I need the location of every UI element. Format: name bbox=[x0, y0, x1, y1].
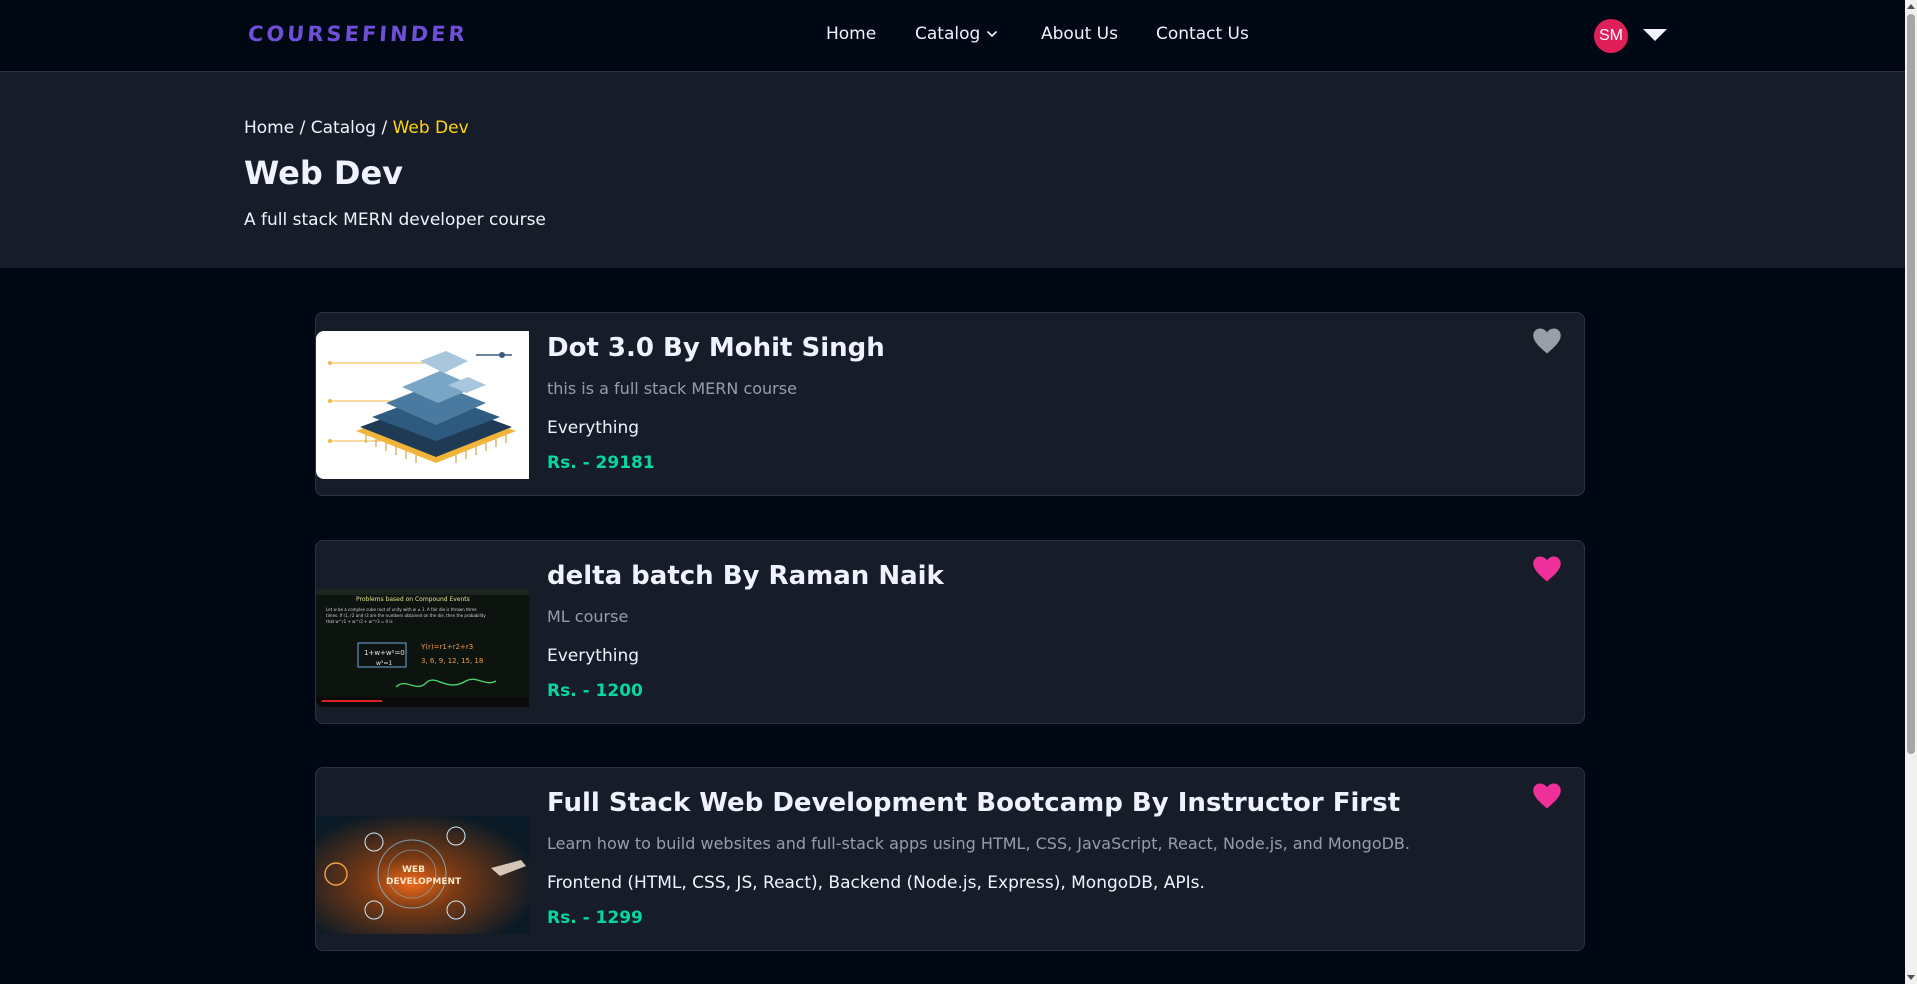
course-thumbnail[interactable] bbox=[316, 331, 529, 479]
nav-home-link[interactable]: Home bbox=[826, 24, 876, 44]
scroll-up-arrow-icon[interactable] bbox=[1907, 4, 1915, 9]
course-tag: Everything bbox=[547, 646, 640, 666]
blackboard-lecture-image: Problems based on Compound Events Let w … bbox=[316, 559, 529, 707]
svg-text:that w^r1 + w^r2 + w^r3 = 0 is: that w^r1 + w^r2 + w^r3 = 0 is bbox=[326, 619, 393, 624]
chevron-down-icon bbox=[987, 31, 998, 37]
svg-text:3, 6, 9, 12, 15, 18: 3, 6, 9, 12, 15, 18 bbox=[421, 657, 483, 665]
avatar[interactable]: SM bbox=[1594, 19, 1628, 53]
nav-contact-link[interactable]: Contact Us bbox=[1156, 24, 1249, 44]
breadcrumb-separator: / bbox=[294, 118, 311, 138]
course-tag: Frontend (HTML, CSS, JS, React), Backend… bbox=[547, 873, 1205, 893]
breadcrumb-current: Web Dev bbox=[392, 118, 469, 138]
breadcrumb-catalog[interactable]: Catalog bbox=[311, 118, 376, 138]
breadcrumb-home[interactable]: Home bbox=[244, 118, 294, 138]
page: COURSEFINDER Home Catalog About Us Conta… bbox=[0, 0, 1917, 984]
page-description: A full stack MERN developer course bbox=[244, 210, 546, 230]
heart-icon[interactable] bbox=[1532, 555, 1562, 583]
heart-icon[interactable] bbox=[1532, 327, 1562, 355]
svg-text:Problems based on Compound Eve: Problems based on Compound Events bbox=[356, 596, 470, 603]
course-title[interactable]: Full Stack Web Development Bootcamp By I… bbox=[547, 788, 1400, 818]
course-thumbnail[interactable]: Problems based on Compound Events Let w … bbox=[316, 559, 529, 707]
web-development-image: WEB DEVELOPMENT bbox=[316, 786, 529, 934]
navbar: COURSEFINDER Home Catalog About Us Conta… bbox=[0, 0, 1905, 72]
svg-text:DEVELOPMENT: DEVELOPMENT bbox=[386, 877, 462, 887]
nav-catalog-dropdown[interactable]: Catalog bbox=[915, 24, 998, 44]
svg-text:w³=1: w³=1 bbox=[376, 660, 392, 667]
course-price: Rs. - 29181 bbox=[547, 453, 655, 473]
svg-text:times. If r1, r2 and r3 are th: times. If r1, r2 and r3 are the numbers … bbox=[326, 613, 486, 618]
profile-dropdown-caret-icon[interactable] bbox=[1643, 29, 1667, 41]
course-card[interactable]: Dot 3.0 By Mohit Singh this is a full st… bbox=[315, 312, 1585, 496]
course-card[interactable]: Problems based on Compound Events Let w … bbox=[315, 540, 1585, 724]
course-title[interactable]: Dot 3.0 By Mohit Singh bbox=[547, 333, 885, 363]
course-price: Rs. - 1299 bbox=[547, 908, 643, 928]
logo[interactable]: COURSEFINDER bbox=[247, 22, 468, 46]
svg-text:Let w be a complex cube root o: Let w be a complex cube root of unity wi… bbox=[326, 607, 477, 612]
scrollbar-thumb[interactable] bbox=[1907, 14, 1915, 754]
category-header: Home / Catalog / Web Dev Web Dev A full … bbox=[0, 72, 1905, 268]
nav-about-link[interactable]: About Us bbox=[1041, 24, 1118, 44]
course-description: Learn how to build websites and full-sta… bbox=[547, 834, 1410, 853]
course-price: Rs. - 1200 bbox=[547, 681, 643, 701]
course-title[interactable]: delta batch By Raman Naik bbox=[547, 561, 944, 591]
scrollbar[interactable] bbox=[1905, 0, 1917, 984]
heart-icon[interactable] bbox=[1532, 782, 1562, 810]
course-card[interactable]: WEB DEVELOPMENT Full Stack Web Developme… bbox=[315, 767, 1585, 951]
page-title: Web Dev bbox=[244, 154, 404, 192]
nav-catalog-label: Catalog bbox=[915, 24, 981, 44]
breadcrumb-separator: / bbox=[376, 118, 393, 138]
svg-text:WEB: WEB bbox=[402, 865, 425, 875]
breadcrumb: Home / Catalog / Web Dev bbox=[244, 118, 469, 138]
course-tag: Everything bbox=[547, 418, 640, 438]
course-thumbnail[interactable]: WEB DEVELOPMENT bbox=[316, 786, 529, 934]
course-description: this is a full stack MERN course bbox=[547, 379, 797, 398]
svg-text:1+w+w²=0: 1+w+w²=0 bbox=[364, 649, 405, 657]
scroll-down-arrow-icon[interactable] bbox=[1907, 975, 1915, 980]
course-description: ML course bbox=[547, 607, 629, 626]
chip-layers-image bbox=[316, 331, 529, 479]
svg-text:Y(r)=r1+r2+r3: Y(r)=r1+r2+r3 bbox=[420, 643, 473, 651]
